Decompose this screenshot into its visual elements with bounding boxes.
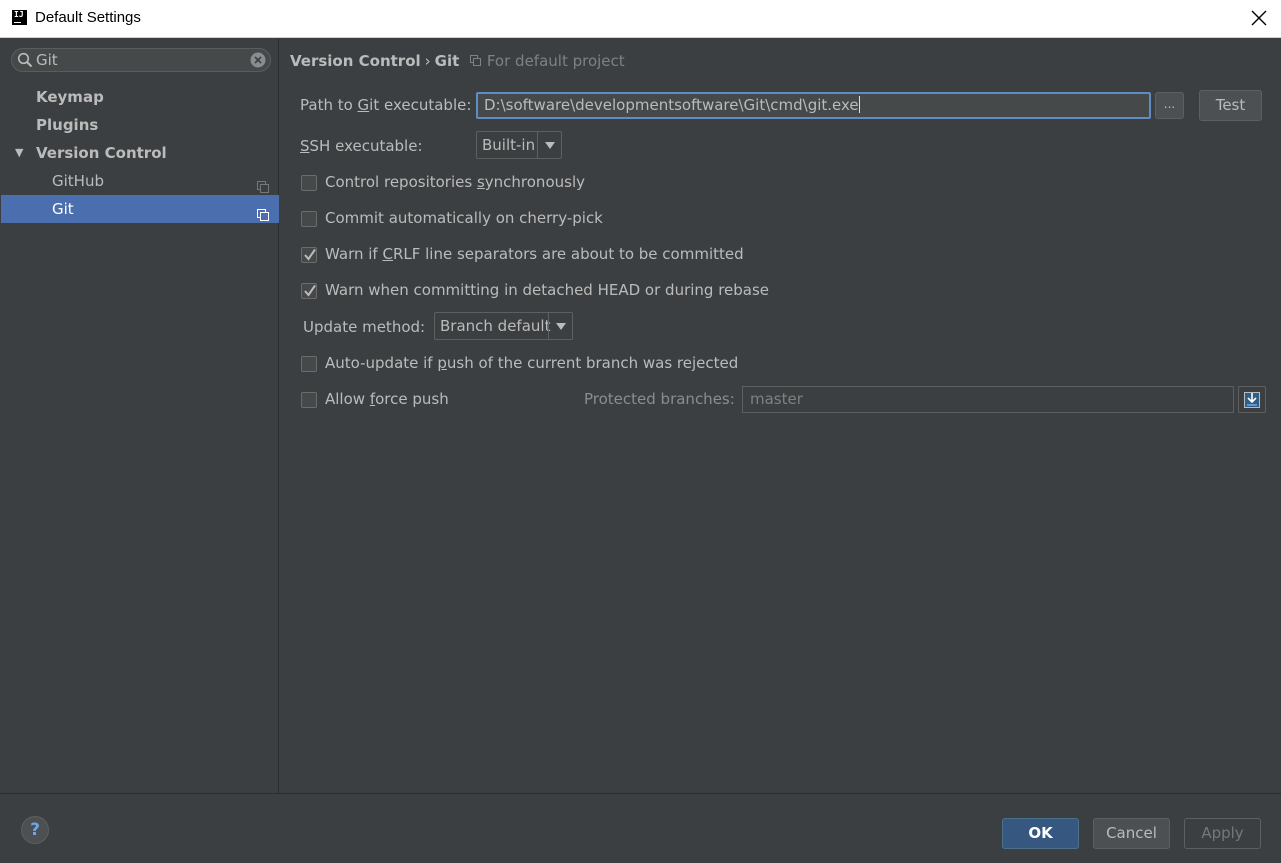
protected-branches-label: Protected branches: bbox=[584, 390, 735, 408]
breadcrumb-scope: For default project bbox=[486, 52, 625, 70]
chevron-down-icon bbox=[548, 313, 572, 339]
chevron-down-icon bbox=[537, 132, 561, 158]
ssh-executable-dropdown[interactable]: Built-in bbox=[476, 131, 562, 159]
protected-branches-input: master bbox=[742, 386, 1234, 413]
ssh-executable-label: SSH executable: bbox=[300, 137, 423, 155]
sidebar-item-keymap[interactable]: Keymap bbox=[1, 83, 279, 111]
window-title: Default Settings bbox=[35, 9, 141, 26]
sidebar-item-github[interactable]: GitHub bbox=[1, 167, 279, 195]
title-bar: IJ Default Settings bbox=[0, 0, 1281, 38]
crlf-label[interactable]: Warn if CRLF line separators are about t… bbox=[325, 245, 744, 263]
git-path-input[interactable]: D:\software\developmentsoftware\Git\cmd\… bbox=[476, 92, 1151, 119]
sidebar-item-git[interactable]: Git bbox=[1, 195, 279, 223]
update-method-value: Branch default bbox=[440, 317, 551, 335]
protected-branches-edit-button[interactable] bbox=[1238, 386, 1266, 413]
git-path-label: Path to Git executable: bbox=[300, 96, 472, 114]
search-input[interactable] bbox=[36, 51, 246, 69]
help-icon[interactable]: ? bbox=[21, 816, 49, 844]
force-push-label[interactable]: Allow force push bbox=[325, 390, 449, 408]
settings-sidebar: Keymap Plugins ▼ Version Control GitHub … bbox=[1, 39, 279, 793]
breadcrumb-separator: › bbox=[424, 52, 431, 70]
sync-label[interactable]: Control repositories synchronously bbox=[325, 173, 585, 191]
update-method-dropdown[interactable]: Branch default bbox=[434, 312, 573, 340]
sidebar-item-label: Version Control bbox=[36, 144, 167, 162]
sidebar-item-label: Plugins bbox=[36, 116, 99, 134]
cherry-pick-label[interactable]: Commit automatically on cherry-pick bbox=[325, 209, 603, 227]
checkmark-icon bbox=[304, 284, 316, 297]
force-push-checkbox[interactable] bbox=[301, 392, 317, 408]
dialog-footer: ? OK Cancel Apply bbox=[0, 793, 1281, 863]
auto-update-checkbox[interactable] bbox=[301, 356, 317, 372]
project-scope-icon bbox=[470, 53, 482, 66]
cancel-button[interactable]: Cancel bbox=[1093, 818, 1170, 849]
detached-head-label[interactable]: Warn when committing in detached HEAD or… bbox=[325, 281, 769, 299]
apply-button[interactable]: Apply bbox=[1184, 818, 1261, 849]
sidebar-item-plugins[interactable]: Plugins bbox=[1, 111, 279, 139]
search-icon bbox=[17, 52, 33, 68]
download-icon bbox=[1244, 392, 1260, 408]
sidebar-item-label: Keymap bbox=[36, 88, 104, 106]
project-scope-icon bbox=[257, 203, 270, 221]
browse-button[interactable]: ... bbox=[1155, 92, 1184, 119]
test-button[interactable]: Test bbox=[1199, 90, 1262, 121]
breadcrumb: Version Control › Git For default project bbox=[290, 52, 625, 72]
breadcrumb-page: Git bbox=[434, 52, 460, 70]
crlf-checkbox[interactable] bbox=[301, 247, 317, 263]
detached-head-checkbox[interactable] bbox=[301, 283, 317, 299]
sidebar-item-label: Git bbox=[52, 200, 74, 218]
cherry-pick-checkbox[interactable] bbox=[301, 211, 317, 227]
ok-button[interactable]: OK bbox=[1002, 818, 1079, 849]
breadcrumb-section[interactable]: Version Control bbox=[290, 52, 421, 70]
sidebar-item-label: GitHub bbox=[52, 172, 104, 190]
ssh-executable-value: Built-in bbox=[482, 136, 536, 154]
auto-update-label[interactable]: Auto-update if push of the current branc… bbox=[325, 354, 738, 372]
clear-search-icon[interactable] bbox=[250, 52, 266, 68]
close-icon[interactable] bbox=[1249, 8, 1269, 28]
update-method-label: Update method: bbox=[303, 318, 426, 336]
expand-arrow-icon[interactable]: ▼ bbox=[15, 139, 23, 167]
checkmark-icon bbox=[304, 248, 316, 261]
settings-search bbox=[11, 48, 271, 72]
intellij-app-icon: IJ bbox=[12, 10, 27, 25]
sidebar-item-version-control[interactable]: ▼ Version Control bbox=[1, 139, 279, 167]
project-scope-icon bbox=[257, 175, 270, 193]
sync-checkbox[interactable] bbox=[301, 175, 317, 191]
